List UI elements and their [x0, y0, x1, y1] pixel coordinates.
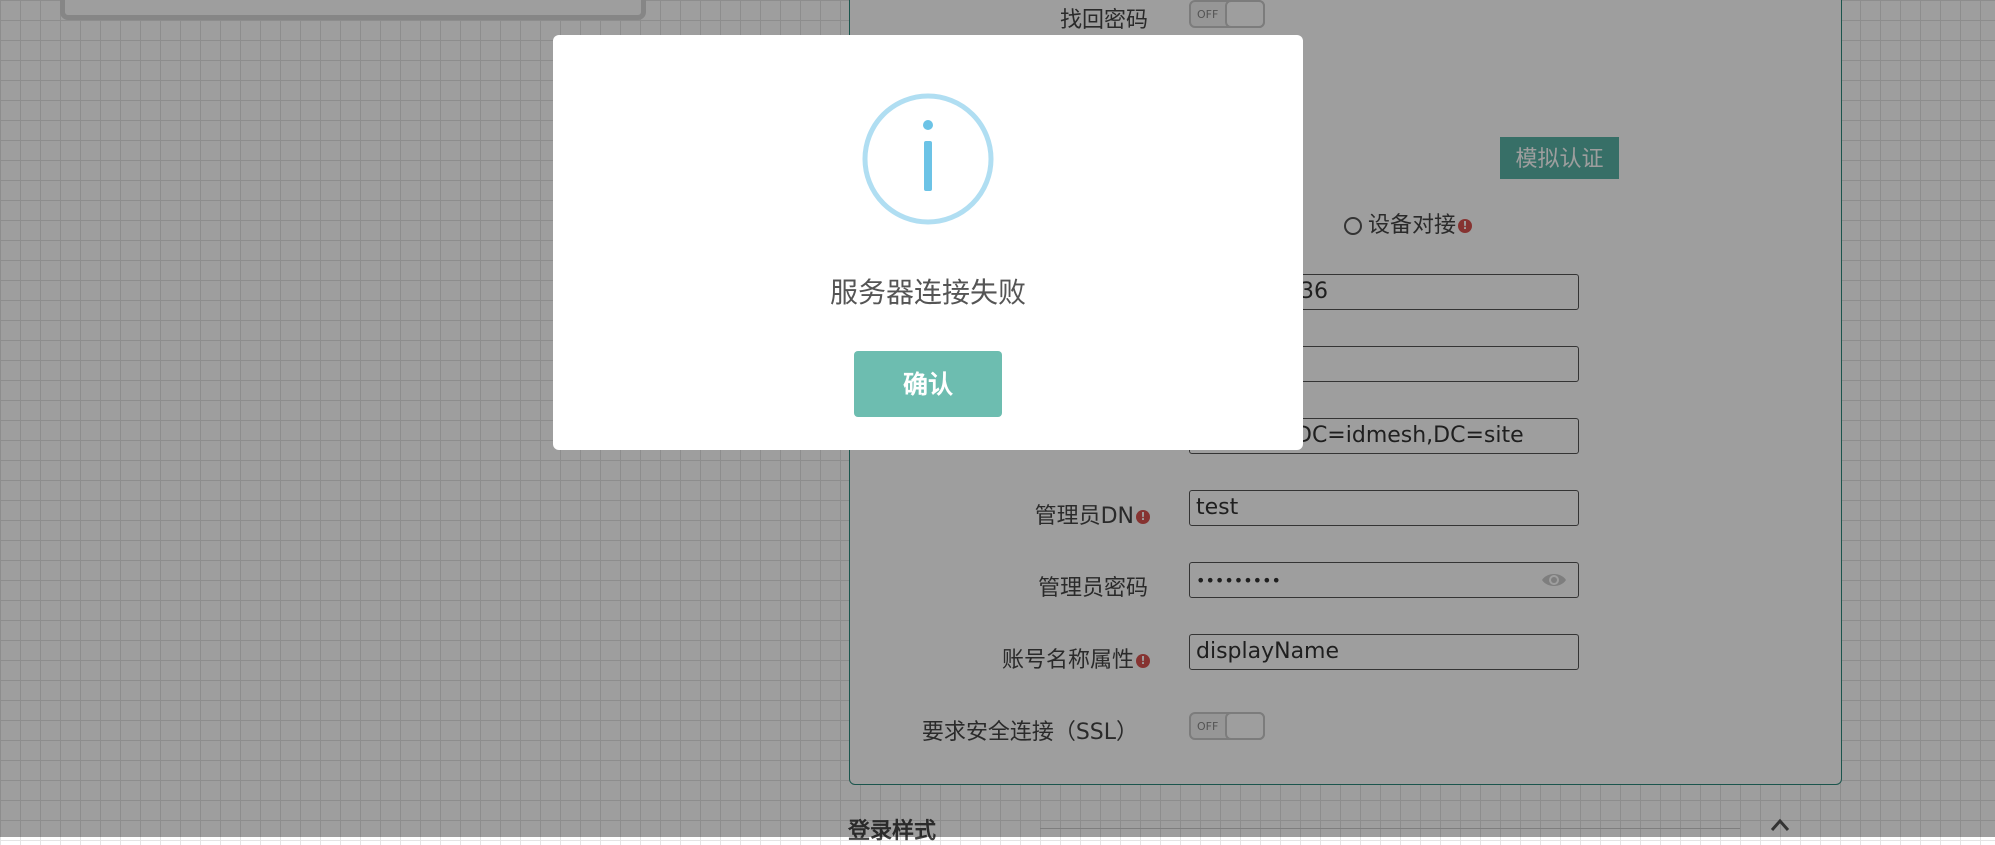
info-icon	[862, 93, 994, 225]
confirm-button[interactable]: 确认	[854, 351, 1002, 417]
alert-dialog: 服务器连接失败 确认	[553, 35, 1303, 450]
dialog-message: 服务器连接失败	[829, 276, 1026, 309]
